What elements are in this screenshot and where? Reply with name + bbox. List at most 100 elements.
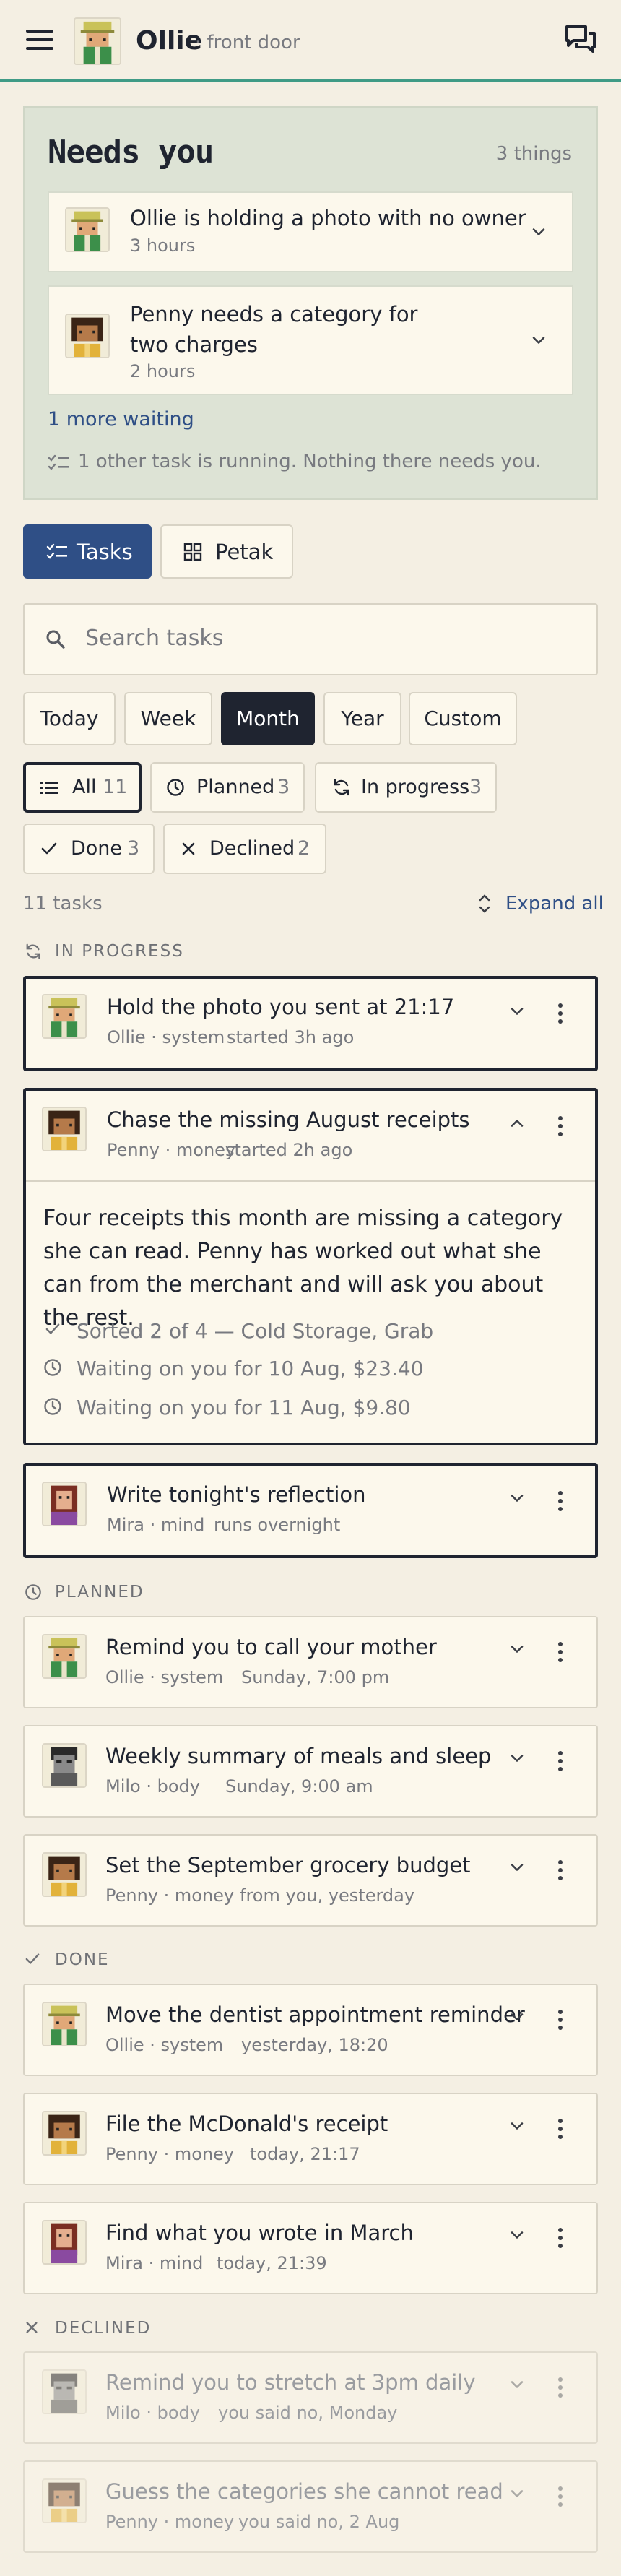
more-icon[interactable] <box>557 2377 563 2398</box>
task-agent: Penny · money <box>107 1140 236 1160</box>
task-step: Waiting on you for 11 Aug, $9.80 <box>77 1396 411 1419</box>
task-when: you said no, 2 Aug <box>238 2512 400 2532</box>
menu-icon[interactable] <box>26 29 55 51</box>
task-card[interactable] <box>23 2351 598 2444</box>
filter-count: 3 <box>127 837 140 860</box>
filter-count: 3 <box>469 776 482 798</box>
more-icon[interactable] <box>557 2227 563 2249</box>
clock-icon <box>25 1584 41 1600</box>
task-when: started 3h ago <box>227 1027 355 1047</box>
task-count: 11 tasks <box>23 893 103 915</box>
filter-count: 3 <box>277 776 290 798</box>
task-list-icon <box>46 543 67 559</box>
assistant-location: · front door <box>195 32 300 53</box>
avatar <box>65 314 110 358</box>
avatar <box>42 1852 87 1897</box>
task-title: Remind you to call your mother <box>105 1635 437 1659</box>
more-icon[interactable] <box>557 1115 563 1137</box>
filter-label: In progress <box>361 776 470 798</box>
task-agent: Ollie · system <box>107 1027 225 1047</box>
running-note: 1 other task is running. Nothing there n… <box>78 451 542 472</box>
chevron-down-icon[interactable] <box>507 2007 527 2027</box>
avatar <box>42 1482 87 1526</box>
check-icon <box>25 1953 40 1964</box>
list-icon <box>40 782 58 794</box>
chevron-down-icon[interactable] <box>507 2484 527 2504</box>
task-card[interactable] <box>23 1616 598 1708</box>
chevron-down-icon[interactable] <box>507 1857 527 1877</box>
needs-you-item-text: Ollie is holding a photo with no owner <box>130 206 526 230</box>
task-when: Sunday, 7:00 pm <box>241 1667 390 1687</box>
task-when: started 2h ago <box>225 1140 353 1160</box>
task-when: you said no, Monday <box>218 2403 398 2423</box>
task-card[interactable] <box>23 976 598 1071</box>
task-title: Write tonight's reflection <box>107 1482 366 1507</box>
task-agent: Ollie · system <box>105 2035 224 2055</box>
section-heading: DONE <box>55 1950 110 1969</box>
chevron-down-icon[interactable] <box>507 2374 527 2395</box>
task-card[interactable] <box>23 1834 598 1927</box>
avatar <box>42 2220 87 2265</box>
more-icon[interactable] <box>557 1641 563 1663</box>
task-agent: Ollie · system <box>105 1667 224 1687</box>
task-agent: Penny · money <box>105 2144 235 2164</box>
chevron-down-icon[interactable] <box>507 2225 527 2245</box>
task-card[interactable] <box>23 2460 598 2553</box>
avatar <box>42 2111 87 2156</box>
range-label: Today <box>40 706 99 730</box>
chevron-up-icon[interactable] <box>507 1113 527 1133</box>
avatar <box>42 2369 87 2414</box>
task-title: Find what you wrote in March <box>105 2221 414 2245</box>
more-icon[interactable] <box>557 2486 563 2507</box>
filter-count: 11 <box>103 776 128 798</box>
task-title: Move the dentist appointment reminder <box>105 2002 525 2027</box>
task-when: Sunday, 9:00 am <box>225 1776 373 1797</box>
more-icon[interactable] <box>557 2118 563 2140</box>
refresh-icon <box>26 943 40 959</box>
search-icon <box>46 630 65 649</box>
more-icon[interactable] <box>557 1750 563 1772</box>
task-title: File the McDonald's receipt <box>105 2112 388 2136</box>
needs-you-item[interactable] <box>48 191 573 272</box>
needs-you-item-text: Penny needs a category for two charges <box>130 302 418 357</box>
chevron-down-icon[interactable] <box>507 1639 527 1659</box>
task-card[interactable] <box>23 2202 598 2294</box>
avatar <box>42 2002 87 2046</box>
search-placeholder: Search tasks <box>85 626 224 651</box>
clock-icon <box>44 1359 61 1376</box>
more-waiting-link[interactable]: 1 more waiting <box>48 408 194 431</box>
chevron-down-icon[interactable] <box>507 2116 527 2136</box>
filter-label: All <box>72 776 97 798</box>
chevron-down-icon[interactable] <box>507 1001 527 1021</box>
chevron-down-icon[interactable] <box>507 1488 527 1508</box>
more-icon[interactable] <box>557 1003 563 1024</box>
clock-icon <box>44 1398 61 1415</box>
expand-all-button[interactable]: Expand all <box>505 893 604 915</box>
task-card[interactable] <box>23 1725 598 1818</box>
close-icon <box>26 2322 38 2333</box>
chevron-down-icon[interactable] <box>529 222 549 242</box>
needs-you-item-age: 2 hours <box>130 361 196 381</box>
chevron-down-icon[interactable] <box>507 1748 527 1768</box>
task-title: Hold the photo you sent at 21:17 <box>107 995 455 1019</box>
needs-you-item-age: 3 hours <box>130 235 196 256</box>
chat-icon[interactable] <box>565 25 596 53</box>
task-agent: Mira · mind <box>105 2253 204 2273</box>
more-icon[interactable] <box>557 1859 563 1881</box>
avatar <box>74 17 121 65</box>
more-icon[interactable] <box>557 1490 563 1512</box>
check-icon <box>41 842 57 855</box>
filter-count: 2 <box>298 837 310 860</box>
task-card[interactable] <box>23 1463 598 1558</box>
task-card[interactable] <box>23 1984 598 2076</box>
needs-you-count: 3 things <box>495 143 572 165</box>
range-label: Month <box>236 706 300 730</box>
close-icon <box>182 842 195 855</box>
chevron-down-icon[interactable] <box>529 330 549 350</box>
task-card[interactable] <box>23 2093 598 2185</box>
task-step: Sorted 2 of 4 — Cold Storage, Grab <box>77 1319 434 1343</box>
more-icon[interactable] <box>557 2009 563 2031</box>
clock-icon <box>167 779 184 796</box>
avatar <box>65 207 110 252</box>
section-heading: PLANNED <box>55 1583 144 1602</box>
